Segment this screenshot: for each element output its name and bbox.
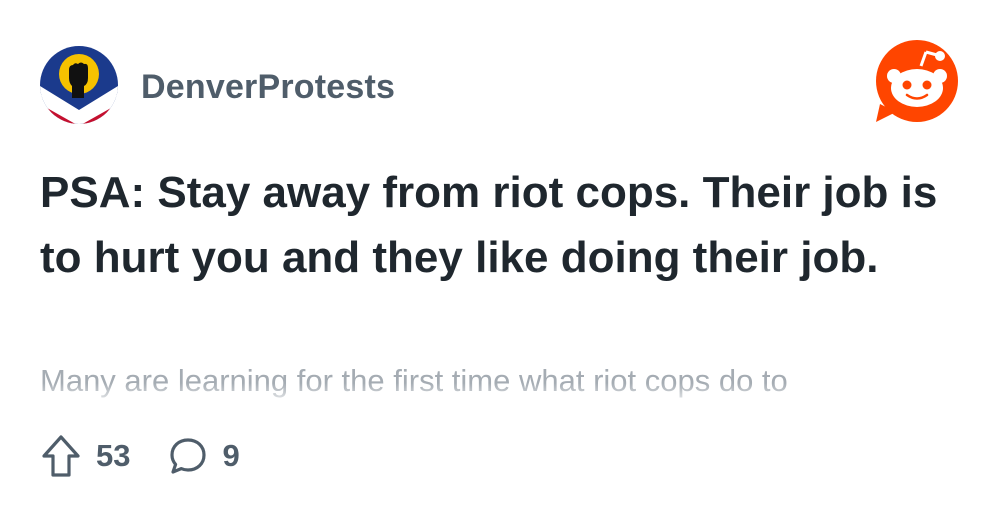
subreddit-avatar-icon[interactable] <box>40 46 118 124</box>
comments-button[interactable]: 9 <box>168 436 240 476</box>
upvote-button[interactable]: 53 <box>40 434 130 478</box>
comment-count: 9 <box>222 438 240 473</box>
upvote-arrow-icon <box>42 435 80 477</box>
comment-bubble-icon <box>170 438 207 474</box>
subreddit-name[interactable]: DenverProtests <box>141 68 395 107</box>
reddit-snoo-icon[interactable] <box>874 38 960 124</box>
post-title[interactable]: PSA: Stay away from riot cops. Their job… <box>40 160 960 290</box>
upvote-count: 53 <box>96 438 131 473</box>
post-actions: 53 9 <box>40 432 240 480</box>
post-body-preview: Many are learning for the first time wha… <box>40 360 960 404</box>
post-header: DenverProtests <box>40 40 960 126</box>
post-body-text: Many are learning for the first time wha… <box>40 363 788 398</box>
